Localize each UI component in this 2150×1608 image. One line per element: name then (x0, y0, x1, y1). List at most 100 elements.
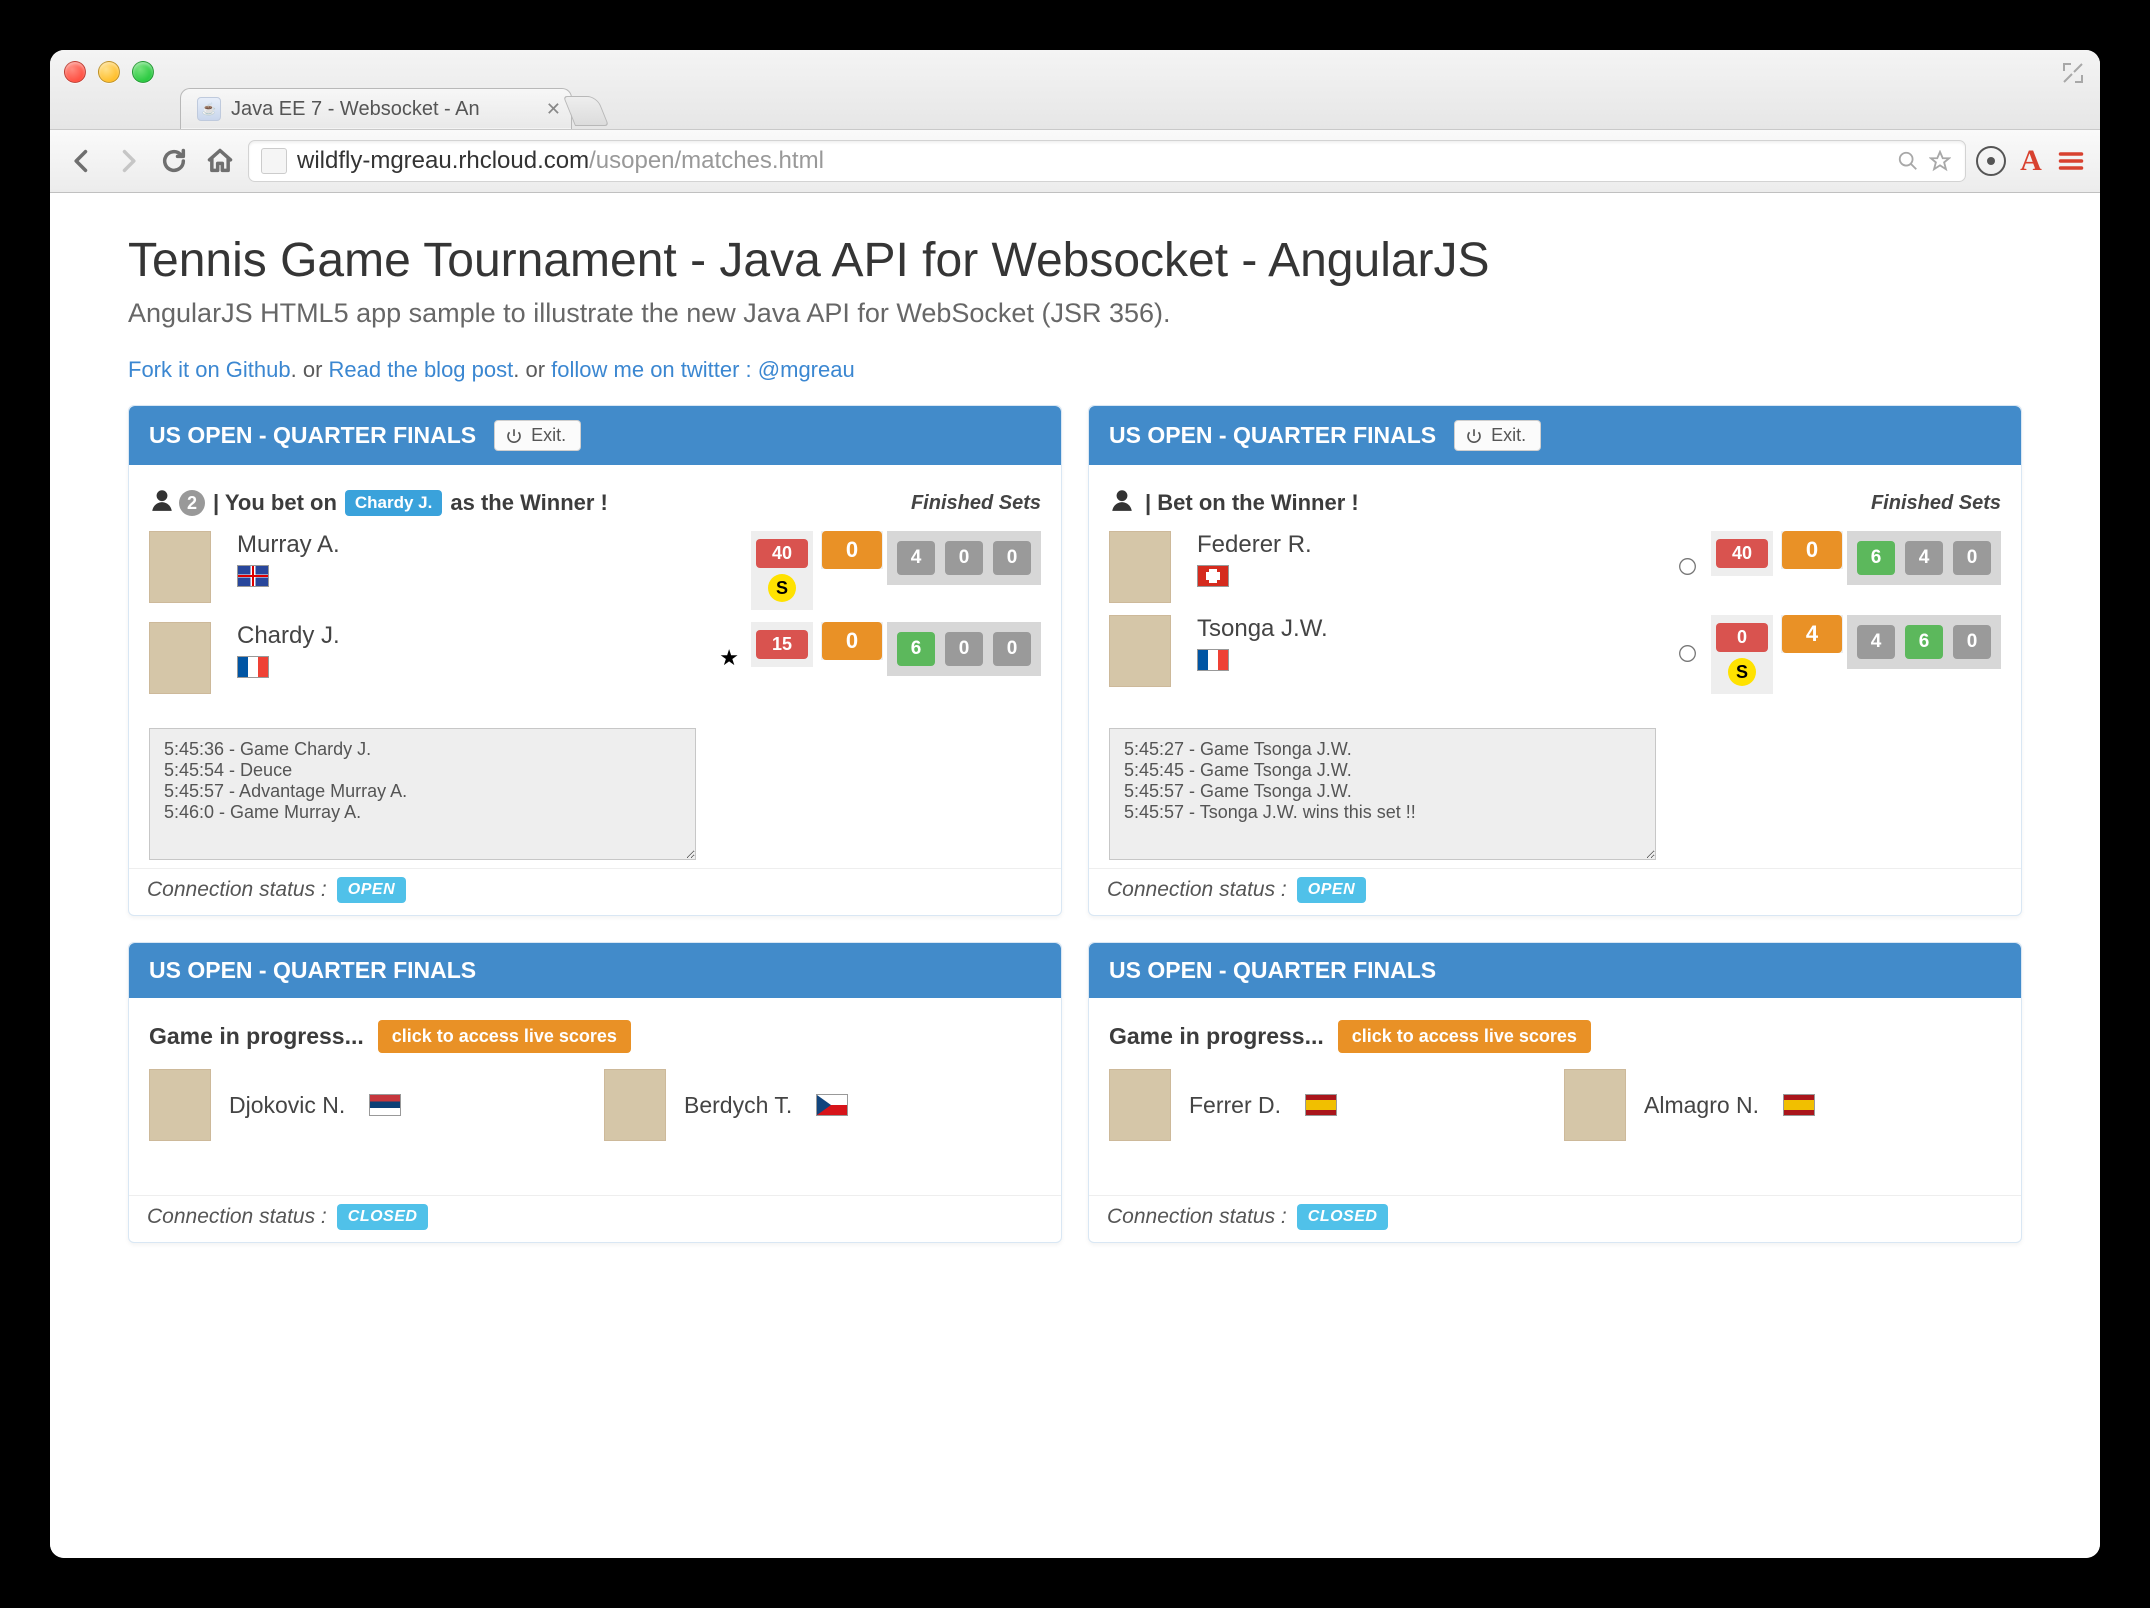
url-origin: wildfly-mgreau.rhcloud.com (297, 147, 589, 175)
sets-column: 6 0 0 (887, 622, 1041, 676)
point-column: 40 S (747, 531, 817, 610)
gip-label: Game in progress... (149, 1023, 364, 1050)
window-fullscreen-icon[interactable] (2060, 60, 2086, 86)
player-photo (1564, 1069, 1626, 1141)
games-column: 0 (817, 622, 887, 660)
games-column: 0 (817, 531, 887, 569)
log-line: 5:45:54 - Deuce (164, 760, 681, 781)
finished-sets-label: Finished Sets (911, 492, 1041, 515)
games-score: 4 (1782, 615, 1842, 653)
power-icon (505, 427, 523, 445)
flag-icon (1197, 649, 1229, 671)
link-blogpost[interactable]: Read the blog post (329, 357, 514, 382)
live-scores-button[interactable]: click to access live scores (1338, 1020, 1591, 1053)
sets-column: 6 4 0 (1847, 531, 2001, 585)
browser-menu-icon[interactable] (2056, 146, 2086, 176)
nav-home-button[interactable] (202, 143, 238, 179)
power-icon (1465, 427, 1483, 445)
exit-label: Exit. (531, 425, 566, 446)
point-column: 0 S (1707, 615, 1777, 694)
point-score: 0 (1716, 623, 1768, 652)
connection-status: Connection status : OPEN (1107, 877, 2003, 903)
exit-button[interactable]: Exit. (1454, 420, 1541, 451)
event-log[interactable]: 5:45:27 - Game Tsonga J.W. 5:45:45 - Gam… (1109, 728, 1656, 860)
link-twitter[interactable]: follow me on twitter : @mgreau (551, 357, 855, 382)
match-panel: US OPEN - QUARTER FINALS Game in progres… (1088, 942, 2022, 1243)
flag-icon (1305, 1094, 1337, 1116)
traffic-lights (64, 61, 154, 83)
tab-title: Java EE 7 - Websocket - An (231, 98, 480, 121)
connection-status: Connection status : OPEN (147, 877, 1043, 903)
bet-player-chip: Chardy J. (345, 490, 442, 516)
bet-pre: | You bet on (213, 490, 337, 516)
bookmark-star-icon[interactable] (1927, 148, 1953, 174)
log-line: 5:45:27 - Game Tsonga J.W. (1124, 739, 1641, 760)
flag-icon (1783, 1094, 1815, 1116)
bet-text: | Bet on the Winner ! (1145, 490, 1359, 516)
window-minimize[interactable] (98, 61, 120, 83)
page-favicon (261, 148, 287, 174)
set-score: 0 (1953, 625, 1991, 659)
nav-forward-button[interactable] (110, 143, 146, 179)
bet-radio[interactable] (1676, 557, 1697, 578)
users-count-badge: 2 (179, 490, 205, 516)
page-subtitle: AngularJS HTML5 app sample to illustrate… (128, 298, 2022, 329)
nav-reload-button[interactable] (156, 143, 192, 179)
player-photo (1109, 531, 1171, 603)
player-photo (149, 622, 211, 694)
tab-close-icon[interactable]: ✕ (546, 99, 561, 120)
connection-badge: CLOSED (1297, 1204, 1389, 1230)
user-icon (149, 487, 175, 519)
live-scores-button[interactable]: click to access live scores (378, 1020, 631, 1053)
sets-column: 4 0 0 (887, 531, 1041, 585)
point-column: 15 (747, 622, 817, 667)
flag-icon (237, 656, 269, 678)
flag-icon (369, 1094, 401, 1116)
nav-back-button[interactable] (64, 143, 100, 179)
player-row: Berdych T. (604, 1069, 1041, 1141)
player-name: Ferrer D. (1189, 1092, 1281, 1119)
url-bar[interactable]: wildfly-mgreau.rhcloud.com/usopen/matche… (248, 140, 1966, 182)
extension-icon[interactable] (1976, 146, 2006, 176)
link-github[interactable]: Fork it on Github (128, 357, 291, 382)
log-line: 5:45:45 - Game Tsonga J.W. (1124, 760, 1641, 781)
games-score: 0 (1782, 531, 1842, 569)
user-icon (1109, 487, 1135, 519)
sets-column: 4 6 0 (1847, 615, 2001, 669)
connection-status: Connection status : CLOSED (1107, 1204, 2003, 1230)
panel-header: US OPEN - QUARTER FINALS Exit. (129, 406, 1061, 465)
browser-chrome: ☕ Java EE 7 - Websocket - An ✕ (50, 50, 2100, 130)
player-photo (1109, 615, 1171, 687)
player-name: Chardy J. (237, 622, 447, 650)
bet-header: | Bet on the Winner ! Finished Sets (1109, 487, 2001, 519)
player-row: Federer R. 40 0 6 4 0 (1109, 531, 2001, 603)
games-score: 0 (822, 531, 882, 569)
bet-radio[interactable] (1676, 644, 1697, 665)
point-score: 40 (756, 539, 808, 568)
window-zoom[interactable] (132, 61, 154, 83)
panel-header: US OPEN - QUARTER FINALS (129, 943, 1061, 998)
player-name: Almagro N. (1644, 1092, 1759, 1119)
browser-toolbar: wildfly-mgreau.rhcloud.com/usopen/matche… (50, 130, 2100, 193)
player-name: Berdych T. (684, 1092, 792, 1119)
exit-button[interactable]: Exit. (494, 420, 581, 451)
url-actions (1895, 148, 1953, 174)
player-row: Murray A. ★ 40 S 0 4 0 0 (149, 531, 1041, 610)
player-row: Djokovic N. (149, 1069, 586, 1141)
flag-icon (1197, 565, 1229, 587)
player-photo (149, 1069, 211, 1141)
set-score: 4 (1857, 625, 1895, 659)
extension-typography-icon[interactable]: A (2016, 146, 2046, 176)
browser-tab[interactable]: ☕ Java EE 7 - Websocket - An ✕ (180, 88, 572, 129)
zoom-icon[interactable] (1895, 148, 1921, 174)
panel-title: US OPEN - QUARTER FINALS (1109, 957, 1436, 984)
tab-favicon: ☕ (197, 97, 221, 121)
player-row: Ferrer D. (1109, 1069, 1546, 1141)
event-log[interactable]: 5:45:36 - Game Chardy J. 5:45:54 - Deuce… (149, 728, 696, 860)
point-score: 40 (1716, 539, 1768, 568)
panel-header: US OPEN - QUARTER FINALS Exit. (1089, 406, 2021, 465)
log-line: 5:45:36 - Game Chardy J. (164, 739, 681, 760)
player-row: Chardy J. ★ 15 0 6 0 0 (149, 622, 1041, 694)
player-row: Tsonga J.W. 0 S 4 4 6 0 (1109, 615, 2001, 694)
window-close[interactable] (64, 61, 86, 83)
